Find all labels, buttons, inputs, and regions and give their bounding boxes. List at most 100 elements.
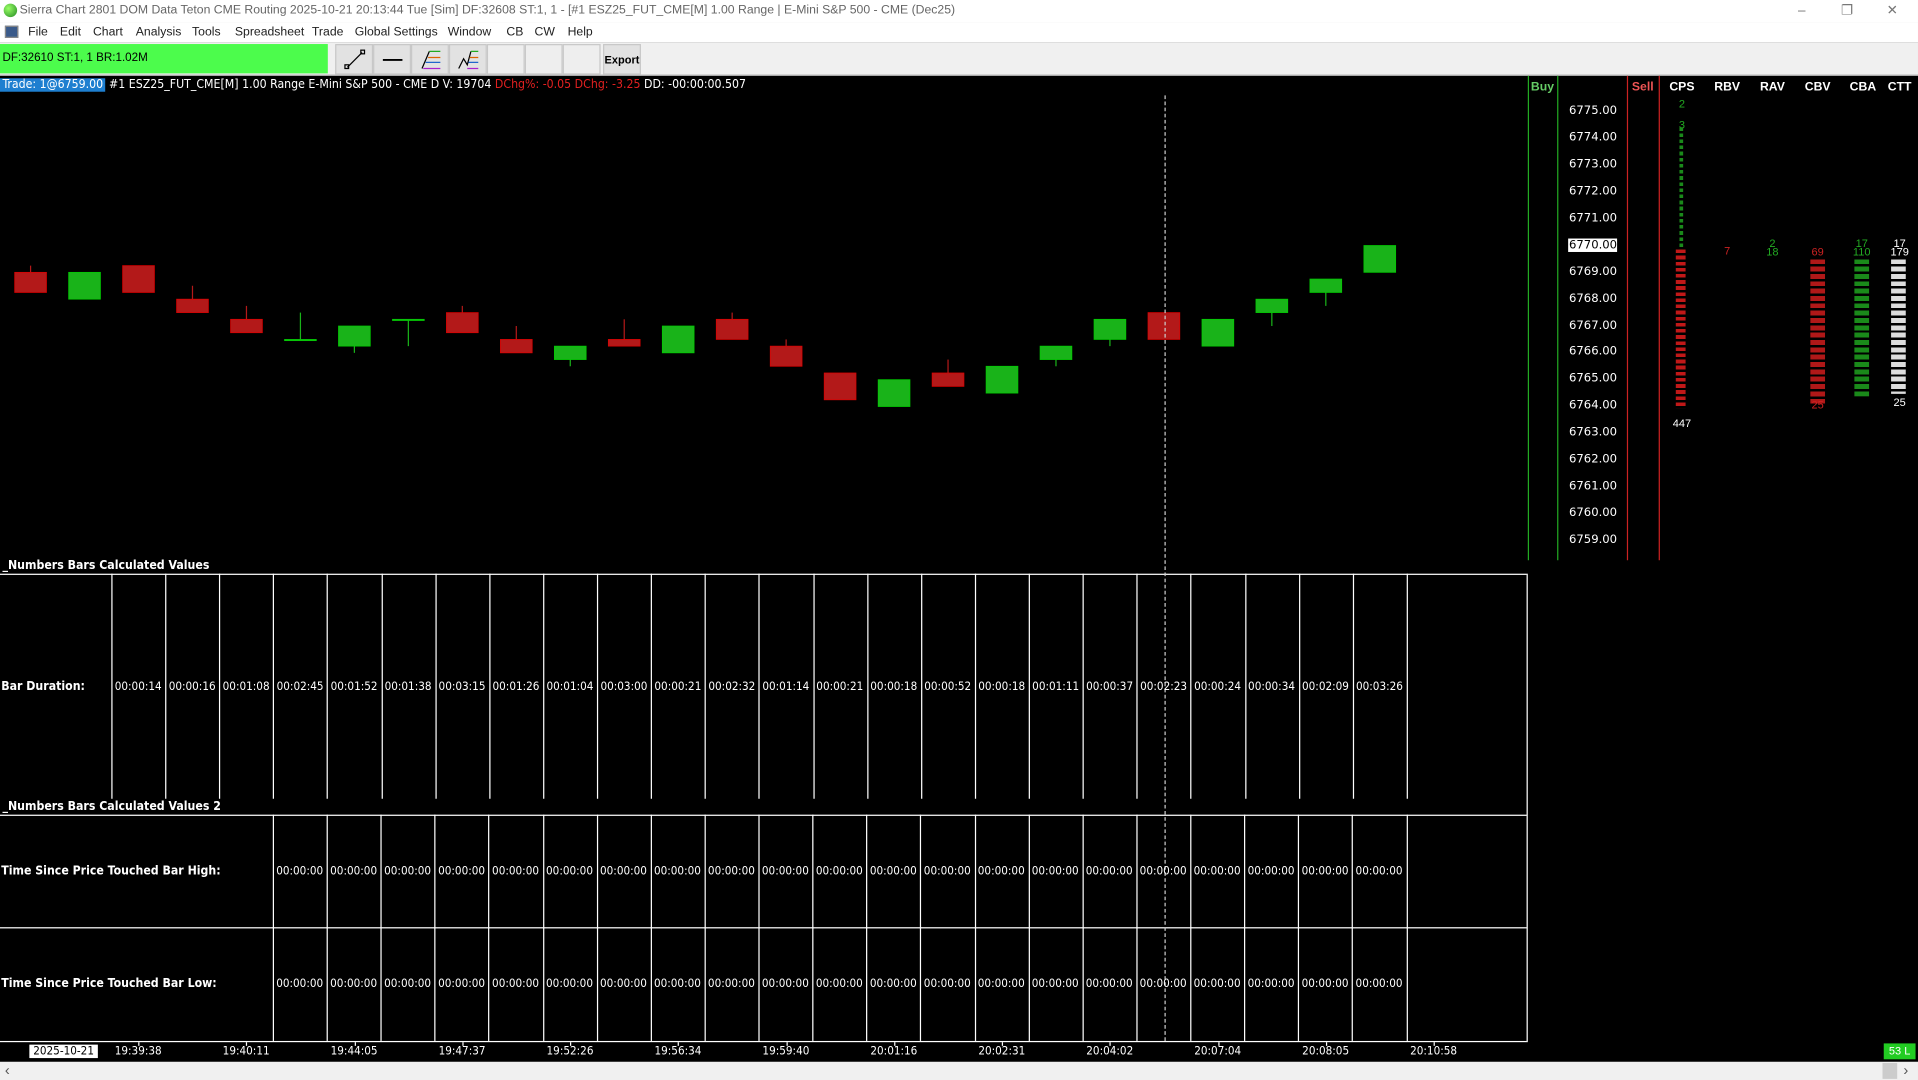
- candle[interactable]: [1201, 318, 1235, 347]
- candle[interactable]: [176, 285, 209, 313]
- candle[interactable]: [338, 325, 371, 353]
- study2-column-divider: [974, 814, 976, 1041]
- menu-tools[interactable]: Tools: [192, 22, 221, 43]
- export-button[interactable]: Export: [603, 44, 641, 75]
- buy-column-header[interactable]: Buy: [1520, 81, 1564, 94]
- candle[interactable]: [446, 305, 479, 334]
- bar-duration-value: 00:00:18: [870, 680, 918, 694]
- price-axis-label: 6766.00: [1569, 345, 1618, 359]
- horizontal-line-tool-button[interactable]: [373, 44, 411, 75]
- price-axis-label: 6769.00: [1569, 264, 1618, 279]
- rbv-column-header: RBV: [1714, 80, 1741, 95]
- bar-duration-value: 00:03:26: [1355, 680, 1403, 694]
- time-since-low-value: 00:00:00: [1193, 977, 1241, 991]
- sierra-chart-window: Sierra Chart 2801 DOM Data Teton CME Rou…: [0, 0, 1918, 1080]
- empty-tool-button-2[interactable]: [524, 44, 563, 75]
- price-axis-label: 6760.00: [1569, 506, 1618, 520]
- time-since-low-value: 00:00:00: [1301, 977, 1349, 991]
- bar-duration-value: 00:00:34: [1248, 680, 1296, 694]
- bar-duration-value: 00:01:04: [546, 680, 594, 694]
- time-since-high-value: 00:00:00: [492, 864, 540, 879]
- time-since-low-value: 00:00:00: [653, 977, 701, 991]
- time-axis-label: 20:01:16: [870, 1044, 918, 1059]
- bar-duration-value: 00:00:52: [924, 680, 972, 694]
- menu-bar: File Edit Chart Analysis Tools Spreadshe…: [0, 22, 1918, 43]
- bar-duration-value: 00:01:08: [222, 680, 270, 694]
- candle[interactable]: [68, 271, 101, 300]
- ctt-column-header: CTT: [1887, 80, 1912, 95]
- candle[interactable]: [985, 365, 1019, 394]
- candle[interactable]: [607, 319, 641, 347]
- time-since-low-value: 00:00:00: [1355, 977, 1403, 991]
- study2-column-divider: [812, 814, 814, 1041]
- candle[interactable]: [14, 265, 47, 293]
- empty-tool-button-3[interactable]: [562, 44, 601, 75]
- time-axis-tick: [1325, 1042, 1327, 1046]
- candle[interactable]: [661, 325, 695, 354]
- chart-window-icon[interactable]: [4, 25, 19, 38]
- candle[interactable]: [1093, 318, 1127, 347]
- close-button[interactable]: ✕: [1874, 0, 1911, 22]
- candle[interactable]: [122, 265, 155, 293]
- fib-extension-icon: [457, 50, 478, 69]
- study2-column-divider: [488, 814, 490, 1041]
- scroll-right-arrow[interactable]: ›: [1903, 1062, 1908, 1079]
- price-axis-label: 6771.00: [1569, 211, 1618, 225]
- candle[interactable]: [500, 326, 533, 354]
- time-since-high-value: 00:00:00: [653, 864, 701, 879]
- time-axis-tick: [1109, 1042, 1111, 1046]
- candle[interactable]: [715, 312, 749, 340]
- line-tool-button[interactable]: [335, 44, 374, 75]
- fib-retracement-tool-button[interactable]: [410, 44, 449, 75]
- bar-duration-value: 00:01:52: [330, 680, 378, 694]
- scroll-left-arrow[interactable]: ‹: [5, 1062, 10, 1079]
- fib-extension-tool-button[interactable]: [448, 44, 487, 75]
- menu-chart[interactable]: Chart: [93, 22, 123, 43]
- time-since-high-value: 00:00:00: [546, 864, 593, 879]
- menu-global-settings[interactable]: Global Settings: [355, 22, 438, 43]
- restore-button[interactable]: ❐: [1829, 0, 1866, 22]
- study2-title: _Numbers Bars Calculated Values 2: [2, 799, 221, 814]
- time-since-high-value: 00:00:00: [438, 864, 486, 879]
- menu-edit[interactable]: Edit: [60, 22, 81, 43]
- menu-help[interactable]: Help: [568, 22, 593, 43]
- candle[interactable]: [392, 318, 425, 347]
- candle[interactable]: [284, 312, 317, 342]
- empty-tool-button-1[interactable]: [486, 44, 525, 75]
- candle[interactable]: [1309, 278, 1343, 306]
- time-since-high-value: 00:00:00: [1139, 864, 1187, 879]
- time-since-low-value: 00:00:00: [815, 977, 863, 991]
- cps-value: 2: [1678, 97, 1685, 111]
- candle[interactable]: [877, 379, 911, 407]
- candle[interactable]: [1363, 245, 1397, 273]
- sell-column-header[interactable]: Sell: [1621, 81, 1665, 94]
- time-since-high-value: 00:00:00: [869, 864, 917, 879]
- menu-window[interactable]: Window: [448, 22, 492, 43]
- cbv-ladder: [1810, 259, 1826, 404]
- candle[interactable]: [931, 359, 965, 387]
- menu-trade[interactable]: Trade: [312, 22, 344, 43]
- candle[interactable]: [230, 305, 263, 334]
- menu-file[interactable]: File: [28, 22, 48, 43]
- candle[interactable]: [1039, 345, 1073, 367]
- minimize-button[interactable]: –: [1783, 0, 1820, 22]
- horizontal-line-icon: [382, 58, 402, 61]
- candle[interactable]: [823, 372, 857, 401]
- menu-spreadsheet[interactable]: Spreadsheet: [235, 22, 304, 43]
- study2-column-divider: [380, 814, 382, 1041]
- time-axis-label: 20:08:05: [1302, 1044, 1350, 1059]
- bar-duration-value: 00:02:09: [1302, 680, 1349, 694]
- candle[interactable]: [553, 345, 587, 367]
- menu-cb[interactable]: CB: [506, 22, 523, 43]
- candle[interactable]: [1255, 298, 1289, 327]
- candlestick-chart[interactable]: [0, 76, 1527, 560]
- study2-column-divider: [1298, 814, 1300, 1041]
- candle[interactable]: [769, 339, 803, 367]
- menu-cw[interactable]: CW: [535, 22, 555, 43]
- scroll-thumb[interactable]: [1882, 1062, 1898, 1079]
- bar-duration-value: 00:00:21: [654, 680, 702, 694]
- horizontal-scrollbar[interactable]: ‹ ›: [0, 1061, 1918, 1080]
- menu-analysis[interactable]: Analysis: [136, 22, 182, 43]
- bar-duration-value: 00:00:16: [168, 680, 216, 694]
- candle-body-up: [1255, 298, 1289, 313]
